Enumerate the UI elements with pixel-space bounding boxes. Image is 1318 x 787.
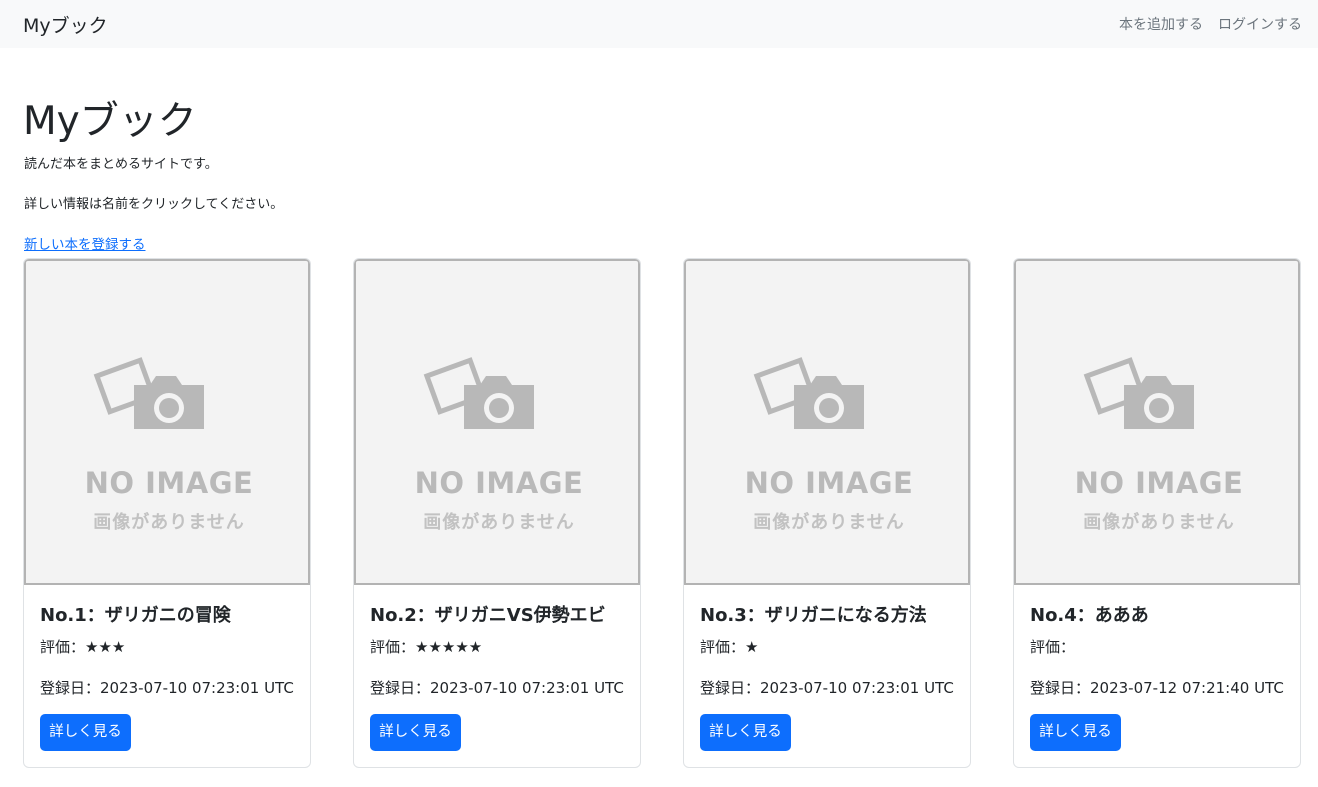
book-rating: 評価：★ <box>700 638 759 656</box>
camera-photo-icon <box>423 357 534 429</box>
book-date: 登録日：2023-07-10 07:23:01 UTC <box>40 679 294 697</box>
book-card: NO IMAGE 画像がありません No.3：ザリガニになる方法 評価：★ 登録… <box>683 258 971 768</box>
navbar-links: 本を追加する ログインする <box>1119 14 1302 34</box>
no-image-subtitle: 画像がありません <box>1083 512 1235 533</box>
book-title: No.1：ザリガニの冒険 <box>40 605 231 626</box>
camera-photo-icon <box>1083 357 1194 429</box>
page-title: Myブック <box>23 99 197 144</box>
book-rating: 評価： <box>1030 638 1076 656</box>
camera-photo-icon <box>753 357 864 429</box>
no-image-title: NO IMAGE <box>1074 466 1244 500</box>
no-image-subtitle: 画像がありません <box>93 512 245 533</box>
book-card: NO IMAGE 画像がありません No.2：ザリガニVS伊勢エビ 評価：★★★… <box>353 258 641 768</box>
no-image-subtitle: 画像がありません <box>423 512 575 533</box>
no-image-subtitle: 画像がありません <box>753 512 905 533</box>
no-image-title: NO IMAGE <box>84 466 254 500</box>
navbar-brand[interactable]: Myブック <box>23 11 108 38</box>
book-cover-placeholder: NO IMAGE 画像がありません <box>684 259 970 585</box>
book-date: 登録日：2023-07-10 07:23:01 UTC <box>700 679 954 697</box>
details-button[interactable]: 詳しく見る <box>1030 714 1121 751</box>
nav-login-link[interactable]: ログインする <box>1218 14 1302 34</box>
no-image-title: NO IMAGE <box>744 466 914 500</box>
book-rating: 評価：★★★ <box>40 638 126 656</box>
book-title: No.2：ザリガニVS伊勢エビ <box>370 605 606 626</box>
book-card: NO IMAGE 画像がありません No.4：あああ 評価： 登録日：2023-… <box>1013 258 1301 768</box>
no-image-title: NO IMAGE <box>414 466 584 500</box>
book-cover-placeholder: NO IMAGE 画像がありません <box>24 259 310 585</box>
book-cover-placeholder: NO IMAGE 画像がありません <box>354 259 640 585</box>
book-cover-placeholder: NO IMAGE 画像がありません <box>1014 259 1300 585</box>
book-title: No.3：ザリガニになる方法 <box>700 605 927 626</box>
nav-add-book-link[interactable]: 本を追加する <box>1119 14 1203 34</box>
navbar: Myブック 本を追加する ログインする <box>0 0 1318 48</box>
details-button[interactable]: 詳しく見る <box>370 714 461 751</box>
details-button[interactable]: 詳しく見る <box>700 714 791 751</box>
book-title: No.4：あああ <box>1030 605 1149 626</box>
book-date: 登録日：2023-07-12 07:21:40 UTC <box>1030 679 1284 697</box>
new-book-link[interactable]: 新しい本を登録する <box>24 236 146 254</box>
details-button[interactable]: 詳しく見る <box>40 714 131 751</box>
book-date: 登録日：2023-07-10 07:23:01 UTC <box>370 679 624 697</box>
page-subtitle: 読んだ本をまとめるサイトです。 <box>24 157 218 172</box>
page-hint: 詳しい情報は名前をクリックしてください。 <box>24 197 284 212</box>
book-rating: 評価：★★★★★ <box>370 638 483 656</box>
book-card: NO IMAGE 画像がありません No.1：ザリガニの冒険 評価：★★★ 登録… <box>23 258 311 768</box>
camera-photo-icon <box>93 357 204 429</box>
